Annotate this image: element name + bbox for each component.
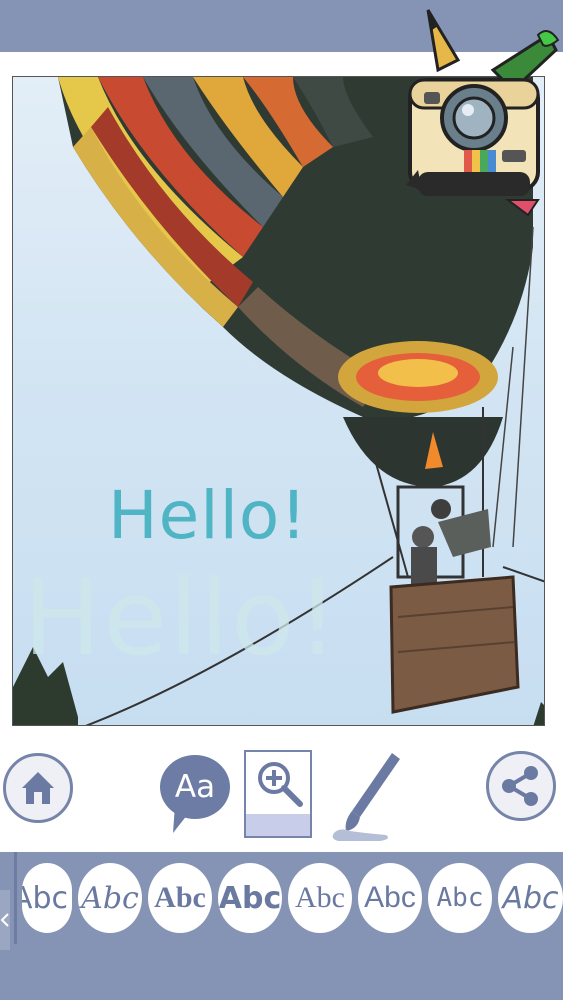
font-sample: Abc (502, 880, 559, 916)
home-icon (22, 772, 54, 804)
font-option[interactable]: Abc (22, 863, 72, 933)
font-sample: Abc (364, 881, 416, 914)
font-option[interactable]: Abc (428, 863, 492, 933)
overlay-text[interactable]: Hello! (108, 477, 308, 554)
zoom-in-icon (258, 762, 303, 807)
font-sample: Abc (154, 881, 206, 914)
bottom-toolbar: Aa (0, 745, 563, 845)
camera-logo-icon (406, 9, 560, 217)
font-option[interactable]: Abc (148, 863, 212, 933)
font-sample: Abc (295, 881, 345, 914)
font-option[interactable]: Abc (358, 863, 422, 933)
font-option[interactable]: Abc (288, 863, 352, 933)
font-sample: Abc (436, 883, 484, 913)
font-picker-strip[interactable]: Abc Abc Abc Abc Abc Abc Abc Abc (0, 852, 563, 1000)
chevron-left-icon (0, 913, 9, 927)
speech-bubble-icon (173, 805, 195, 833)
text-button-label: Aa (174, 769, 216, 805)
share-button[interactable] (486, 751, 556, 821)
font-option[interactable]: Abc (498, 863, 563, 933)
strip-divider (14, 852, 17, 944)
font-option[interactable]: Abc (78, 863, 142, 933)
ghost-overlay-text[interactable]: Hello! (23, 557, 340, 679)
home-button[interactable] (3, 753, 73, 823)
scroll-left-handle[interactable] (0, 890, 10, 950)
font-sample: Abc (218, 880, 282, 916)
font-sample: Abc (81, 880, 139, 916)
font-option[interactable]: Abc (218, 863, 282, 933)
paintbrush-icon[interactable] (330, 747, 404, 843)
font-sample: Abc (22, 880, 68, 916)
share-icon (502, 766, 538, 806)
zoom-button[interactable] (244, 750, 312, 838)
